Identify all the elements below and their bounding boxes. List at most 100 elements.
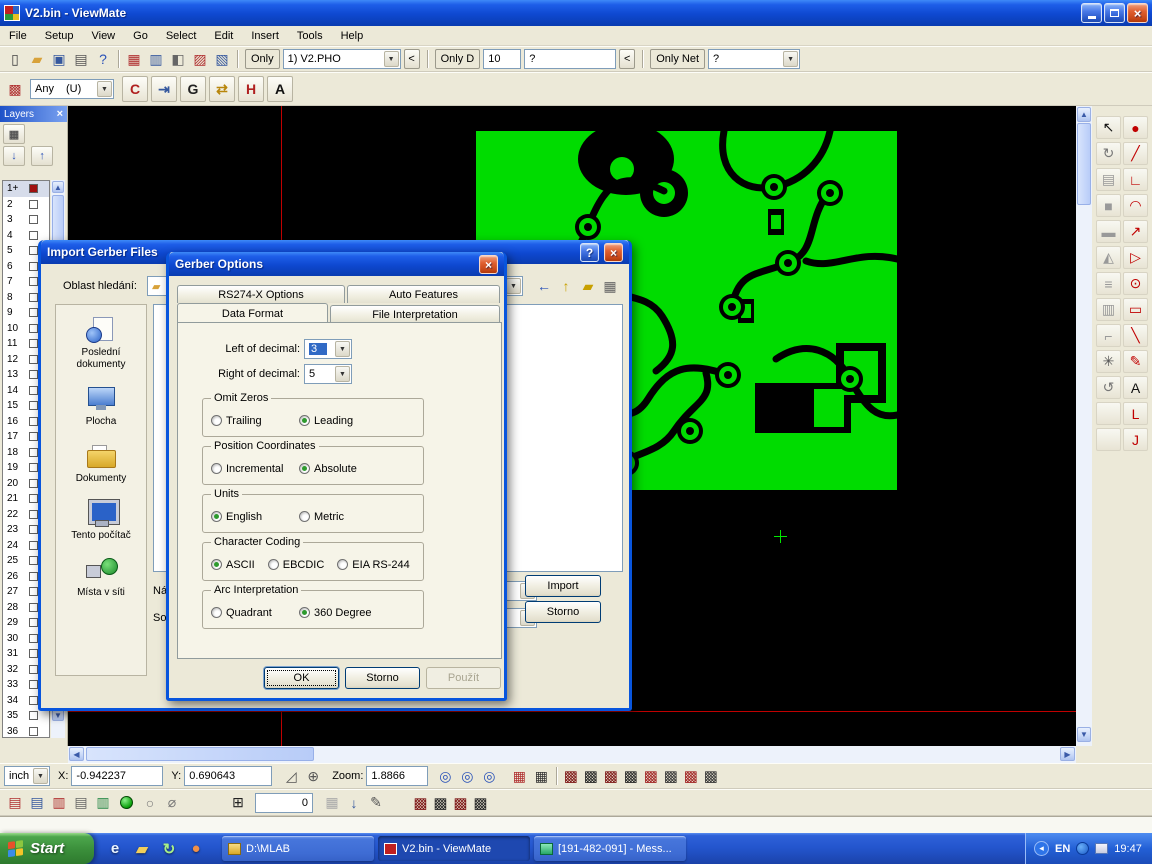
move-layer-down-button[interactable]: ↓	[3, 146, 25, 166]
triangle-tool-icon[interactable]: ▷	[1123, 246, 1148, 269]
chevron-down-icon[interactable]: ▼	[33, 768, 48, 784]
place-recent-documents[interactable]: Poslední dokumenty	[56, 315, 146, 371]
minimize-button[interactable]	[1081, 3, 1102, 23]
layer-row-3[interactable]: 3	[3, 212, 49, 228]
layer-row-36[interactable]: 36	[3, 724, 49, 740]
radio-ascii[interactable]: ASCII	[211, 559, 255, 571]
scroll-thumb[interactable]	[86, 747, 314, 761]
film-red2-icon[interactable]: ▥	[48, 793, 70, 813]
polyline-tool-icon[interactable]: ↗	[1123, 220, 1148, 243]
dcode-field[interactable]: 10	[483, 49, 521, 69]
menu-item-go[interactable]: Go	[124, 26, 157, 46]
radio-english[interactable]: English	[211, 511, 299, 523]
sketch-tool-icon[interactable]: ✎	[1123, 350, 1148, 373]
layer-color-swatch[interactable]	[29, 541, 38, 550]
tab-file-interpretation[interactable]: File Interpretation	[330, 305, 500, 323]
prev-dcode-button[interactable]: <	[619, 49, 635, 69]
radio-trailing[interactable]: Trailing	[211, 415, 299, 427]
up-folder-icon[interactable]: ↑	[555, 276, 577, 296]
layer-color-swatch[interactable]	[29, 184, 38, 193]
layer-color-swatch[interactable]	[29, 324, 38, 333]
zoom-in-icon[interactable]: ◎	[434, 766, 456, 786]
close-button[interactable]: ×	[1127, 3, 1148, 23]
net-highlight-button[interactable]: H	[238, 76, 264, 102]
right-of-decimal-combo[interactable]: 5 ▼	[304, 364, 352, 384]
media-player-icon[interactable]: ●	[187, 840, 205, 858]
layer-color-swatch[interactable]	[29, 277, 38, 286]
layer-color-swatch[interactable]	[29, 339, 38, 348]
text-highlight-button[interactable]: A	[267, 76, 293, 102]
compare-layers-icon[interactable]: ◧	[167, 49, 189, 69]
arc-tool-icon[interactable]: ◠	[1123, 194, 1148, 217]
explorer-folder-icon[interactable]: ▰	[133, 840, 151, 858]
circle-pad-tool-icon[interactable]: ⊙	[1123, 272, 1148, 295]
text-tool-icon[interactable]: A	[1123, 376, 1148, 399]
hide-tray-chevron-icon[interactable]: ◂	[1034, 841, 1049, 856]
film-blue-icon[interactable]: ▤	[26, 793, 48, 813]
layer-color-swatch[interactable]	[29, 308, 38, 317]
layer-color-swatch[interactable]	[29, 696, 38, 705]
radio-icon[interactable]	[299, 511, 310, 522]
save-icon[interactable]: ▣	[48, 49, 70, 69]
only-net-toggle[interactable]: Only Net	[650, 49, 705, 69]
layer-color-swatch[interactable]	[29, 494, 38, 503]
chevron-down-icon[interactable]: ▼	[783, 51, 798, 67]
import-button[interactable]: Import	[525, 575, 601, 597]
anchor-down-icon[interactable]: ↓	[343, 793, 365, 813]
tab-data-format[interactable]: Data Format	[177, 303, 328, 324]
radio-metric[interactable]: Metric	[299, 511, 387, 523]
layer-color-swatch[interactable]	[29, 293, 38, 302]
menu-item-tools[interactable]: Tools	[288, 26, 332, 46]
views-icon[interactable]: ▦	[599, 276, 621, 296]
chevron-down-icon[interactable]: ▼	[335, 341, 350, 357]
close-button[interactable]: ×	[604, 243, 623, 262]
grid-dark-icon[interactable]: ▦	[530, 766, 552, 786]
radio-icon[interactable]	[299, 415, 310, 426]
layer-color-swatch[interactable]	[29, 479, 38, 488]
left-of-decimal-combo[interactable]: 3 ▼	[304, 339, 352, 359]
dcode-table-icon[interactable]: ▦	[123, 49, 145, 69]
line-tool-icon[interactable]: ╱	[1123, 142, 1148, 165]
layer-color-swatch[interactable]	[29, 572, 38, 581]
diagonal-tool-icon[interactable]: ╲	[1123, 324, 1148, 347]
language-indicator[interactable]: EN	[1055, 843, 1070, 855]
layer-color-swatch[interactable]	[29, 200, 38, 209]
chevron-down-icon[interactable]: ▼	[335, 366, 350, 382]
step-tool-icon[interactable]: ⌐	[1096, 324, 1121, 347]
bar-tool-icon[interactable]: ▬	[1096, 220, 1121, 243]
radio-icon[interactable]	[211, 511, 222, 522]
j-pad-tool-icon[interactable]: J	[1123, 428, 1148, 451]
group-highlight-button[interactable]: G	[180, 76, 206, 102]
menu-item-setup[interactable]: Setup	[36, 26, 83, 46]
layer-color-swatch[interactable]	[29, 711, 38, 720]
back-icon[interactable]: ←	[533, 276, 555, 296]
dcode-pattern-7-icon[interactable]: ▩	[681, 767, 700, 785]
place-network[interactable]: Místa v síti	[56, 555, 146, 599]
ie-icon[interactable]: e	[106, 840, 124, 858]
swap-highlight-button[interactable]: ⇄	[209, 76, 235, 102]
layer-color-swatch[interactable]	[29, 401, 38, 410]
context-help-icon[interactable]: ?	[92, 49, 114, 69]
chevron-down-icon[interactable]: ▼	[506, 278, 521, 294]
tab-rs274-x-options[interactable]: RS274-X Options	[177, 285, 345, 303]
prev-layer-button[interactable]: <	[404, 49, 420, 69]
menu-item-insert[interactable]: Insert	[242, 26, 288, 46]
print-icon[interactable]: ▤	[70, 49, 92, 69]
film-green-icon[interactable]: ▥	[92, 793, 114, 813]
help-button[interactable]: ?	[580, 243, 599, 262]
filled-square-tool-icon[interactable]: ■	[1096, 194, 1121, 217]
start-button[interactable]: Start	[0, 833, 94, 864]
place-computer[interactable]: Tento počítač	[56, 498, 146, 542]
radio-icon[interactable]	[211, 559, 222, 570]
lamp-circle-icon[interactable]: ○	[139, 793, 161, 813]
layer-color-swatch[interactable]	[29, 246, 38, 255]
clear-highlight-button[interactable]: C	[122, 76, 148, 102]
dcode-pattern-2-icon[interactable]: ▩	[581, 767, 600, 785]
dcode-pattern-5-icon[interactable]: ▩	[641, 767, 660, 785]
taskbar-button-mlab[interactable]: D:\MLAB	[222, 836, 374, 861]
dcode-filter-field[interactable]: ?	[524, 49, 616, 69]
scroll-thumb[interactable]	[1077, 123, 1091, 205]
grid-value-field[interactable]: 0	[255, 793, 313, 813]
radio-icon[interactable]	[211, 463, 222, 474]
layer-color-swatch[interactable]	[29, 386, 38, 395]
